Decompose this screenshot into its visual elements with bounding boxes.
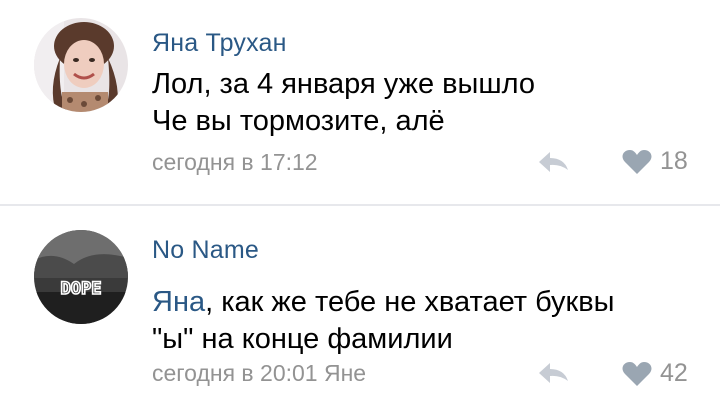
comment-item: Яна Трухан Лол, за 4 января уже вышло Че… bbox=[0, 0, 720, 204]
avatar-photo: DOPE bbox=[34, 230, 128, 324]
like-count: 42 bbox=[660, 359, 688, 387]
comment-text-line: Че вы тормозите, алё bbox=[152, 105, 445, 137]
comment-author-link[interactable]: No Name bbox=[152, 236, 259, 265]
heart-icon bbox=[622, 149, 652, 174]
comment-timestamp[interactable]: сегодня в 20:01 Яне bbox=[152, 360, 366, 387]
heart-icon bbox=[622, 361, 652, 386]
comment-author-link[interactable]: Яна Трухан bbox=[152, 29, 287, 58]
like-button[interactable]: 18 bbox=[622, 147, 688, 176]
mention-link[interactable]: Яна bbox=[152, 286, 205, 318]
avatar[interactable]: DOPE bbox=[34, 230, 128, 324]
like-count: 18 bbox=[660, 147, 688, 175]
avatar-photo bbox=[34, 18, 128, 112]
comment-text: Лол, за 4 января уже вышло Че вы тормози… bbox=[152, 66, 712, 140]
reply-arrow-icon[interactable] bbox=[536, 150, 570, 179]
comment-text-fragment: , как же тебе не хватает буквы bbox=[205, 286, 615, 318]
like-button[interactable]: 42 bbox=[622, 359, 688, 388]
comment-text: Яна, как же тебе не хватает буквы "ы" на… bbox=[152, 284, 712, 358]
comment-item: DOPE No Name Яна, как же тебе не хватает… bbox=[0, 206, 720, 410]
comment-text-line: Лол, за 4 января уже вышло bbox=[152, 68, 536, 100]
comment-timestamp[interactable]: сегодня в 17:12 bbox=[152, 149, 318, 176]
reply-arrow-icon[interactable] bbox=[536, 361, 570, 390]
avatar-text: DOPE bbox=[61, 279, 102, 299]
comment-text-line: "ы" на конце фамилии bbox=[152, 323, 453, 355]
avatar[interactable] bbox=[34, 18, 128, 112]
comment-text-line: Яна, как же тебе не хватает буквы bbox=[152, 284, 712, 321]
